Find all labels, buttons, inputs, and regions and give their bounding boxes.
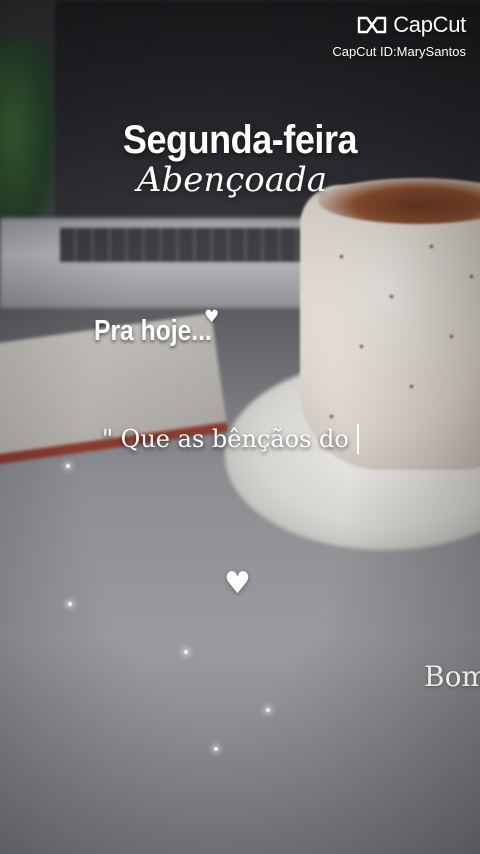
text-caret [356, 424, 359, 454]
capcut-watermark: CapCut [357, 12, 466, 38]
sparkle [66, 464, 70, 468]
sparkle [214, 747, 218, 751]
sparkle [266, 708, 270, 712]
capcut-id: CapCut ID:MarySantos [332, 44, 466, 59]
heart-icon: ♥ [204, 307, 220, 327]
quote-text: " Que as bênçãos do [102, 425, 349, 453]
capcut-logo-icon [358, 16, 387, 34]
subtitle-text: Abençoada [136, 160, 328, 200]
sparkle [68, 602, 72, 606]
heart-icon: ♥ [224, 566, 251, 601]
quote-line: " Que as bênçãos do [102, 424, 359, 454]
scrolling-word: Bom [424, 660, 480, 693]
sparkle [184, 650, 188, 654]
capcut-brand-text: CapCut [393, 12, 466, 37]
title-text: Segunda-feira [122, 118, 358, 162]
intro-text: Pra hoje... [94, 315, 212, 347]
